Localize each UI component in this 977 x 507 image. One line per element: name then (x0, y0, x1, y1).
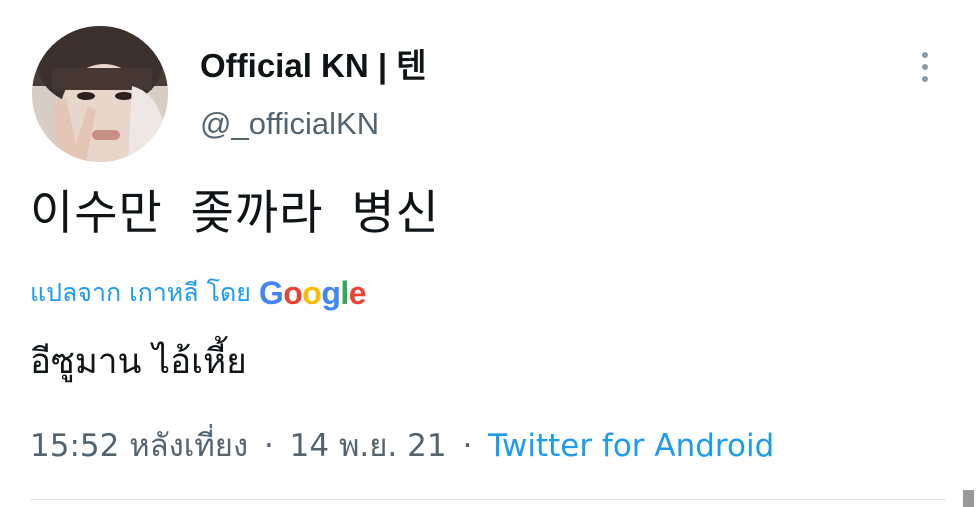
tweet-time[interactable]: 15:52 หลังเที่ยง (30, 428, 248, 464)
translation-attribution: แปลจาก เกาหลี โดย Google (30, 272, 367, 314)
more-vertical-icon[interactable] (914, 50, 936, 84)
translated-text: อีซูมาน ไอ้เหี้ย (30, 342, 247, 382)
tweet-text: 이수만 좆까라 병신 (30, 186, 440, 241)
google-logo: Google (258, 274, 367, 312)
google-logo-letter: o (302, 274, 322, 311)
google-logo-letter: l (340, 274, 349, 311)
divider (30, 499, 946, 500)
translate-label[interactable]: แปลจาก เกาหลี โดย (30, 273, 251, 313)
tweet-card: Official KN | 텐 @_officialKN 이수만 좆까라 병신 … (0, 0, 977, 507)
google-logo-letter: e (348, 274, 367, 311)
display-name[interactable]: Official KN | 텐 (200, 46, 427, 86)
avatar-photo (32, 26, 168, 162)
tweet-meta: 15:52 หลังเที่ยง · 14 พ.ย. 21 · Twitter … (30, 424, 774, 468)
google-logo-letter: G (258, 274, 284, 311)
scrollbar-thumb[interactable] (963, 490, 974, 507)
google-logo-letter: o (283, 274, 303, 311)
meta-separator: · (263, 428, 274, 464)
user-handle[interactable]: @_officialKN (200, 104, 379, 144)
google-logo-letter: g (321, 274, 341, 311)
meta-separator: · (462, 428, 473, 464)
avatar[interactable] (32, 26, 168, 162)
tweet-date[interactable]: 14 พ.ย. 21 (290, 428, 447, 464)
tweet-source-link[interactable]: Twitter for Android (488, 428, 774, 464)
